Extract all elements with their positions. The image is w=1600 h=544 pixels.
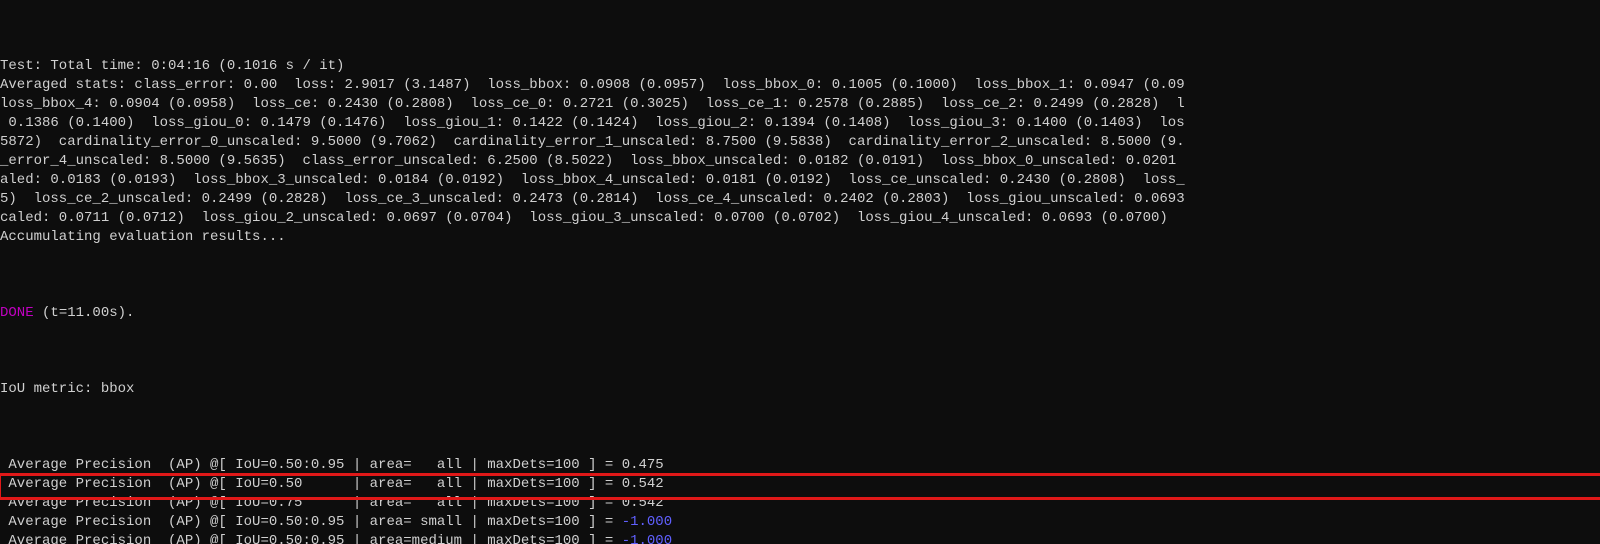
done-label: DONE [0,305,34,321]
coco-metrics: Average Precision (AP) @[ IoU=0.50:0.95 … [0,456,1600,544]
stats-line: 5) loss_ce_2_unscaled: 0.2499 (0.2828) l… [0,190,1600,209]
metric-row: Average Precision (AP) @[ IoU=0.50 | are… [0,475,1600,494]
stats-line: loss_bbox_4: 0.0904 (0.0958) loss_ce: 0.… [0,95,1600,114]
stats-line: Accumulating evaluation results... [0,228,1600,247]
metric-row: Average Precision (AP) @[ IoU=0.50:0.95 … [0,532,1600,544]
stats-line: 0.1386 (0.1400) loss_giou_0: 0.1479 (0.1… [0,114,1600,133]
metric-value: 0.542 [622,476,664,492]
stats-line: Test: Total time: 0:04:16 (0.1016 s / it… [0,57,1600,76]
metric-row: Average Precision (AP) @[ IoU=0.75 | are… [0,494,1600,513]
metric-row: Average Precision (AP) @[ IoU=0.50:0.95 … [0,456,1600,475]
stats-line: aled: 0.0183 (0.0193) loss_bbox_3_unscal… [0,171,1600,190]
metric-row: Average Precision (AP) @[ IoU=0.50:0.95 … [0,513,1600,532]
stats-line: caled: 0.0711 (0.0712) loss_giou_2_unsca… [0,209,1600,228]
metric-value: 0.475 [622,457,664,473]
metric-value: 0.542 [622,495,664,511]
done-line: DONE (t=11.00s). [0,304,1600,323]
metric-value: -1.000 [622,514,672,530]
stats-line: _error_4_unscaled: 8.5000 (9.5635) class… [0,152,1600,171]
stats-output: Test: Total time: 0:04:16 (0.1016 s / it… [0,57,1600,247]
done-suffix: (t=11.00s). [34,305,135,321]
iou-metric-header: IoU metric: bbox [0,380,1600,399]
terminal-window[interactable]: Test: Total time: 0:04:16 (0.1016 s / it… [0,0,1600,544]
metric-value: -1.000 [622,533,672,544]
stats-line: 5872) cardinality_error_0_unscaled: 9.50… [0,133,1600,152]
stats-line: Averaged stats: class_error: 0.00 loss: … [0,76,1600,95]
